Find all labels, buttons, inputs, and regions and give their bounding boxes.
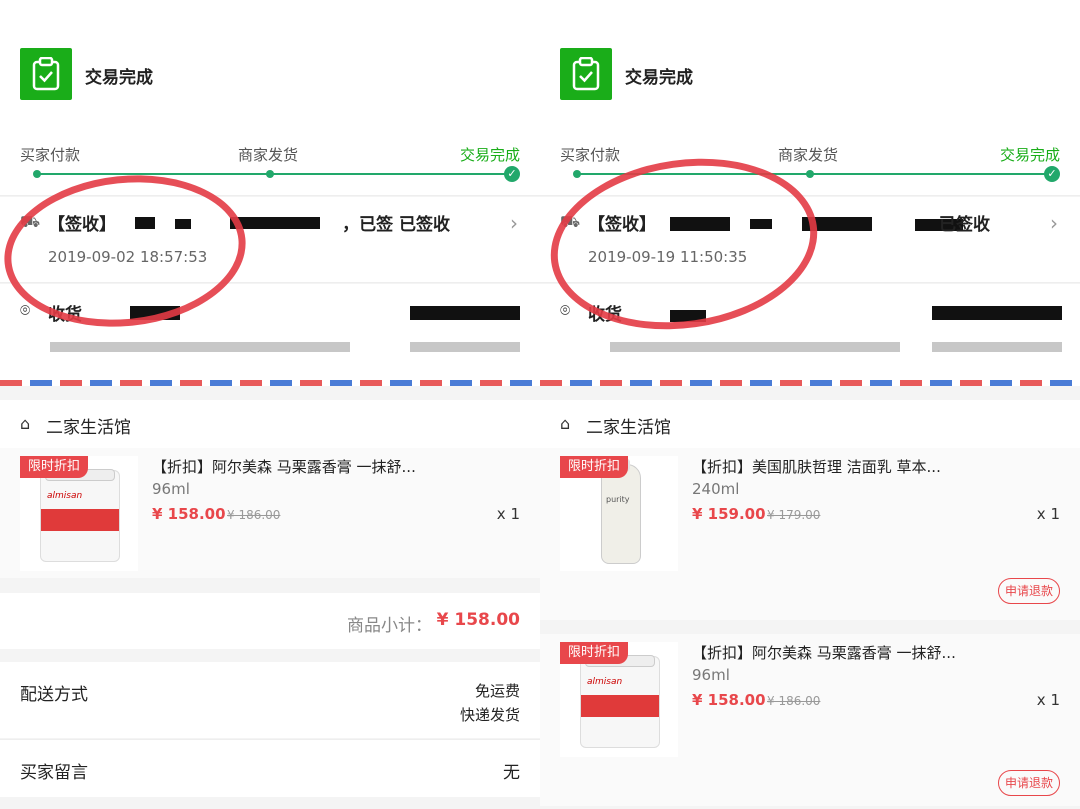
chevron-right-icon: › [510,211,518,235]
shipping-label: 配送方式 [20,685,88,705]
product-quantity: x 1 [1036,691,1060,709]
address-row: ⌾ 收货 [0,284,540,380]
progress-steps: 买家付款 商家发货 交易完成 ✓ [0,130,540,196]
refund-button[interactable]: 申请退款 [997,770,1060,796]
shop-name: 二家生活馆 [46,418,131,438]
logistics-text: 【签收】 [588,215,656,235]
redaction [670,310,706,322]
product-item[interactable]: purity 限时折扣 【折扣】美国肌肤哲理 洁面乳 草本... 240ml ¥… [540,448,1080,620]
shipping-mode: 快递发货 [459,706,520,724]
store-icon: ⌂ [20,414,31,433]
check-icon: ✓ [504,166,520,182]
redaction [410,306,520,320]
product-original-price: ¥ 186.00 [767,694,821,708]
truck-icon: ⛟ [560,212,581,231]
truck-icon: ⛟ [20,212,41,231]
redaction [802,217,872,231]
step-dot [266,170,274,178]
step-paid: 买家付款 [20,146,81,164]
subtotal-label: 商品小计： [347,616,432,636]
step-shipped: 商家发货 [778,146,839,164]
progress-steps: 买家付款 商家发货 交易完成 ✓ [540,130,1080,196]
step-completed: 交易完成 [999,146,1060,164]
envelope-stripe [0,380,540,386]
buyer-note-label: 买家留言 [20,763,88,783]
address-label: 收货 [48,305,82,325]
redaction-blur [932,342,1062,352]
product-price: ¥ 158.00 [692,691,766,709]
logistics-text: 【签收】 [48,215,116,235]
redaction [135,217,155,229]
product-spec: 240ml [692,480,740,498]
envelope-stripe [540,380,1080,386]
order-status-header: 交易完成 [0,0,540,130]
logistics-status: 已签收 [939,215,990,235]
redaction [670,217,730,231]
product-price: ¥ 159.00 [692,505,766,523]
check-icon: ✓ [1044,166,1060,182]
redaction-blur [50,342,350,352]
redaction [230,217,320,229]
discount-badge: 限时折扣 [20,456,89,478]
clipboard-check-icon [560,48,612,100]
shipping-fee: 免运费 [474,682,520,700]
logistics-status: ，已签 已签收 [342,215,450,235]
redaction [750,219,772,229]
shop-header[interactable]: ⌂ 二家生活馆 [540,400,1080,448]
order-status-header: 交易完成 [540,0,1080,130]
address-row: ⌾ 收货 [540,284,1080,380]
discount-badge: 限时折扣 [560,642,629,664]
order-panel-left: 交易完成 买家付款 商家发货 交易完成 ✓ ⛟ 【签收】 ，已签 已签收 201… [0,0,540,809]
store-icon: ⌂ [560,414,571,433]
refund-button[interactable]: 申请退款 [997,578,1060,604]
product-price: ¥ 158.00 [152,505,226,523]
subtotal-value: ¥ 158.00 [436,610,520,630]
logistics-time: 2019-09-02 18:57:53 [48,248,208,266]
location-icon: ⌾ [560,301,571,321]
order-status-text: 交易完成 [85,68,153,88]
step-dot [806,170,814,178]
product-title: 【折扣】美国肌肤哲理 洁面乳 草本... [692,458,941,476]
shipping-row: 配送方式 免运费 快递发货 [0,662,540,738]
buyer-note-value: 无 [503,763,520,783]
redaction-blur [610,342,900,352]
logistics-time: 2019-09-19 11:50:35 [588,248,748,266]
step-completed: 交易完成 [459,146,520,164]
shop-name: 二家生活馆 [586,418,671,438]
redaction [130,306,180,320]
redaction [175,219,191,229]
product-spec: 96ml [692,666,730,684]
product-title: 【折扣】阿尔美森 马栗露香膏 一抹舒... [692,644,956,662]
step-dot [573,170,581,178]
order-panel-right: 交易完成 买家付款 商家发货 交易完成 ✓ ⛟ 【签收】 已签收 2019-09… [540,0,1080,809]
progress-track [577,173,1052,175]
chevron-right-icon: › [1050,211,1058,235]
shop-header[interactable]: ⌂ 二家生活馆 [0,400,540,448]
product-title: 【折扣】阿尔美森 马栗露香膏 一抹舒... [152,458,416,476]
buyer-note-row: 买家留言 无 [0,739,540,797]
product-quantity: x 1 [496,505,520,523]
step-dot [33,170,41,178]
step-shipped: 商家发货 [238,146,299,164]
discount-badge: 限时折扣 [560,456,629,478]
product-quantity: x 1 [1036,505,1060,523]
clipboard-check-icon [20,48,72,100]
product-item[interactable]: almisan 限时折扣 【折扣】阿尔美森 马栗露香膏 一抹舒... 96ml … [540,634,1080,806]
address-label: 收货 [588,305,622,325]
redaction-blur [410,342,520,352]
product-spec: 96ml [152,480,190,498]
redaction [932,306,1062,320]
product-item[interactable]: almisan 限时折扣 【折扣】阿尔美森 马栗露香膏 一抹舒... 96ml … [0,448,540,578]
step-paid: 买家付款 [560,146,621,164]
subtotal-row: 商品小计： ¥ 158.00 [0,593,540,649]
logistics-row[interactable]: ⛟ 【签收】 ，已签 已签收 2019-09-02 18:57:53 › [0,197,540,283]
progress-track [37,173,512,175]
location-icon: ⌾ [20,301,31,321]
order-status-text: 交易完成 [625,68,693,88]
product-original-price: ¥ 186.00 [227,508,281,522]
logistics-row[interactable]: ⛟ 【签收】 已签收 2019-09-19 11:50:35 › [540,197,1080,283]
product-original-price: ¥ 179.00 [767,508,821,522]
